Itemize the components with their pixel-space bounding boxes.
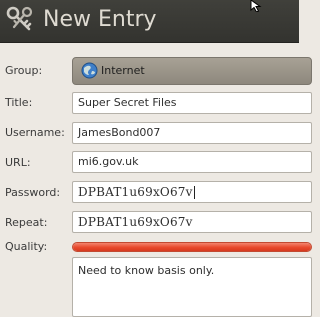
entry-form: Group: Internet Title: Super Secret File… xyxy=(0,43,312,317)
url-label: URL: xyxy=(5,156,31,169)
globe-icon xyxy=(81,62,98,79)
keys-icon xyxy=(6,6,33,31)
text-cursor xyxy=(193,186,195,199)
mouse-pointer-icon xyxy=(250,0,262,12)
username-label: Username: xyxy=(5,126,65,139)
window-title: New Entry xyxy=(43,7,157,32)
notes-text: Need to know basis only. xyxy=(78,264,215,277)
quality-meter-fill xyxy=(73,243,311,251)
group-value: Internet xyxy=(101,64,145,77)
username-field[interactable]: JamesBond007 xyxy=(72,122,312,144)
window-titlebar: New Entry xyxy=(0,0,299,43)
repeat-password-field[interactable]: DPBAT1u69xO67v xyxy=(72,211,312,233)
password-label: Password: xyxy=(5,186,61,199)
url-field[interactable]: mi6.gov.uk xyxy=(72,151,312,173)
title-label: Title: xyxy=(5,96,33,109)
title-field[interactable]: Super Secret Files xyxy=(72,92,312,114)
password-value: DPBAT1u69xO67v xyxy=(78,185,193,199)
password-field[interactable]: DPBAT1u69xO67v xyxy=(72,181,312,203)
notes-textarea[interactable]: Need to know basis only. xyxy=(72,257,312,317)
group-label: Group: xyxy=(5,64,43,77)
repeat-label: Repeat: xyxy=(5,216,48,229)
quality-meter xyxy=(72,242,312,252)
quality-label: Quality: xyxy=(5,240,48,253)
group-select-button[interactable]: Internet xyxy=(72,57,312,85)
